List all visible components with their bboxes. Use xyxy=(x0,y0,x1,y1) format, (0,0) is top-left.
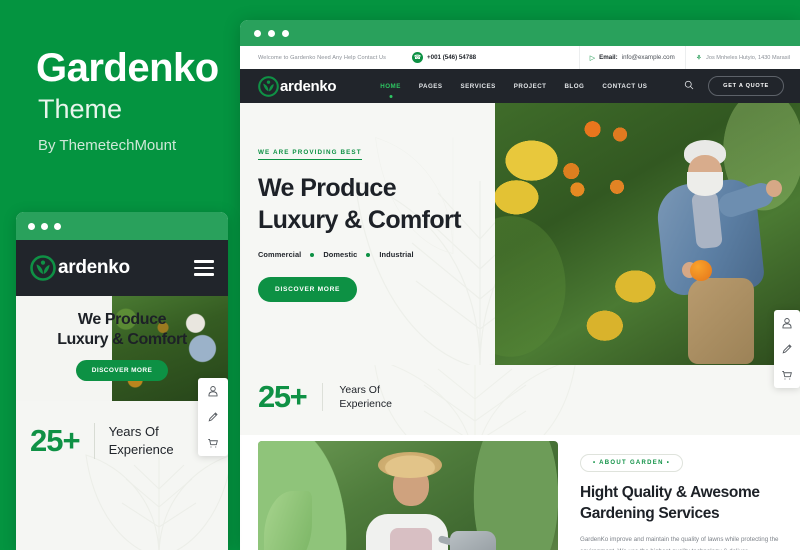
leaf-logo-icon xyxy=(258,75,279,97)
window-dot-close[interactable] xyxy=(28,222,35,230)
window-dot-minimize[interactable] xyxy=(41,222,48,230)
dot-separator-icon xyxy=(366,252,371,257)
hero-tag-domestic: Domestic xyxy=(323,250,358,259)
hero-tags: Commercial Domestic Industrial xyxy=(258,250,461,259)
person-icon[interactable] xyxy=(774,310,800,336)
about-heading: Hight Quality & Awesome Gardening Servic… xyxy=(580,483,786,524)
mobile-logo[interactable]: ardenko xyxy=(30,255,130,281)
dot-separator-icon xyxy=(310,252,315,257)
hero-tag-commercial: Commercial xyxy=(258,250,302,259)
mobile-stat-label-line1: Years Of xyxy=(108,424,159,440)
gardener-apron xyxy=(390,527,432,550)
mobile-stat-label-line2: Experience xyxy=(108,442,174,457)
desktop-logo[interactable]: ardenko xyxy=(258,75,337,97)
mobile-browser-chrome xyxy=(16,212,228,240)
mobile-navbar: ardenko xyxy=(16,240,228,296)
desktop-main-menu: HOME PAGES SERVICES PROJECT BLOG CONTACT… xyxy=(380,83,647,90)
nav-item-pages[interactable]: PAGES xyxy=(419,83,443,90)
leaf-logo-icon xyxy=(30,255,56,281)
stats-section: 25+ Years Of Experience xyxy=(240,365,800,435)
mobile-stat-label: Years Of Experience xyxy=(93,423,174,459)
watering-can xyxy=(450,530,496,550)
mobile-stats-section: 25+ Years Of Experience xyxy=(16,401,228,550)
topbar: Welcome to Gardenko Need Any Help Contac… xyxy=(240,46,800,69)
brand-author: By ThemetechMount xyxy=(38,137,177,154)
mobile-hero-copy: We Produce Luxury & Comfort DISCOVER MOR… xyxy=(16,310,228,381)
about-image xyxy=(258,441,558,550)
cart-icon[interactable] xyxy=(198,430,228,456)
about-heading-line2: Gardening Services xyxy=(580,504,720,522)
search-icon[interactable] xyxy=(684,80,694,92)
brand-title: Gardenko xyxy=(36,46,219,90)
get-a-quote-button[interactable]: GET A QUOTE xyxy=(708,76,784,96)
stat-label-line2: Experience xyxy=(339,398,392,410)
hero-heading: We Produce Luxury & Comfort xyxy=(258,173,462,236)
mobile-floating-toolbar xyxy=(198,378,228,456)
hero-section: WE ARE PROVIDING BEST We Produce Luxury … xyxy=(240,103,800,365)
cart-icon[interactable] xyxy=(774,362,800,388)
topbar-email-label: Email: xyxy=(599,54,618,61)
stat-label-line1: Years Of xyxy=(339,383,380,396)
desktop-navbar: ardenko HOME PAGES SERVICES PROJECT BLOG… xyxy=(240,69,800,103)
mobile-hero: We Produce Luxury & Comfort DISCOVER MOR… xyxy=(16,296,228,401)
pencil-icon[interactable] xyxy=(774,336,800,362)
about-paragraph: GardenKo improve and maintain the qualit… xyxy=(580,536,779,550)
person-icon[interactable] xyxy=(198,378,228,404)
topbar-address-text: Jos Mnheles Hutyio, 1430 Marasil xyxy=(706,54,790,61)
phone-icon: ☎ xyxy=(412,52,424,63)
topbar-address: ⚘ Jos Mnheles Hutyio, 1430 Marasil xyxy=(684,46,800,69)
nav-item-blog[interactable]: BLOG xyxy=(564,83,584,90)
about-copy: • ABOUT GARDEN • Hight Quality & Awesome… xyxy=(558,435,800,550)
desktop-logo-text: ardenko xyxy=(280,77,337,95)
hamburger-icon[interactable] xyxy=(194,260,214,276)
hero-eyebrow: WE ARE PROVIDING BEST xyxy=(258,149,362,160)
desktop-preview-window: Welcome to Gardenko Need Any Help Contac… xyxy=(240,20,800,550)
window-dot-maximize[interactable] xyxy=(54,222,61,230)
about-badge: • ABOUT GARDEN • xyxy=(580,454,684,472)
email-icon: ▷ xyxy=(589,54,596,62)
nav-item-services[interactable]: SERVICES xyxy=(461,83,496,90)
mobile-discover-more-button[interactable]: DISCOVER MORE xyxy=(75,360,169,381)
topbar-welcome-text: Welcome to Gardenko Need Any Help Contac… xyxy=(258,54,387,61)
hero-copy: WE ARE PROVIDING BEST We Produce Luxury … xyxy=(258,141,462,302)
topbar-email-value: info@example.com xyxy=(621,54,675,61)
brand-subtitle: Theme xyxy=(38,94,123,124)
window-dot-minimize[interactable] xyxy=(268,29,275,37)
about-section: • ABOUT GARDEN • Hight Quality & Awesome… xyxy=(240,435,800,550)
hero-heading-line2: Luxury & Comfort xyxy=(258,205,462,234)
straw-hat xyxy=(378,452,442,479)
topbar-email[interactable]: ▷ Email: info@example.com xyxy=(578,46,685,69)
desktop-browser-chrome xyxy=(240,20,800,46)
pencil-icon[interactable] xyxy=(198,404,228,430)
mobile-hero-heading-line2: Luxury & Comfort xyxy=(57,331,187,348)
mobile-logo-text: ardenko xyxy=(58,257,130,278)
nav-item-home[interactable]: HOME xyxy=(380,83,401,90)
hero-tag-industrial: Industrial xyxy=(379,250,414,259)
discover-more-button[interactable]: DISCOVER MORE xyxy=(258,277,358,302)
location-pin-icon: ⚘ xyxy=(695,54,703,62)
mobile-hero-heading-line1: We Produce xyxy=(77,311,167,328)
mobile-stat-number: 25+ xyxy=(30,423,81,458)
farmer-figure xyxy=(654,139,794,365)
about-heading-line1: Hight Quality & Awesome xyxy=(580,484,760,501)
mobile-preview-window: ardenko We Produce Luxury & Comfort DISC… xyxy=(16,212,228,550)
window-dot-maximize[interactable] xyxy=(282,29,289,37)
topbar-phone-number: +001 (546) 54788 xyxy=(427,54,477,61)
stat-number: 25+ xyxy=(258,379,308,414)
nav-item-contact-us[interactable]: CONTACT US xyxy=(602,83,647,90)
topbar-phone[interactable]: ☎ +001 (546) 54788 xyxy=(402,46,486,69)
window-dot-close[interactable] xyxy=(254,29,261,37)
nav-item-project[interactable]: PROJECT xyxy=(514,83,547,90)
hero-image xyxy=(495,103,800,365)
hero-heading-line1: We Produce xyxy=(258,174,397,202)
stat-label: Years Of Experience xyxy=(322,382,392,412)
desktop-floating-toolbar xyxy=(774,310,800,388)
